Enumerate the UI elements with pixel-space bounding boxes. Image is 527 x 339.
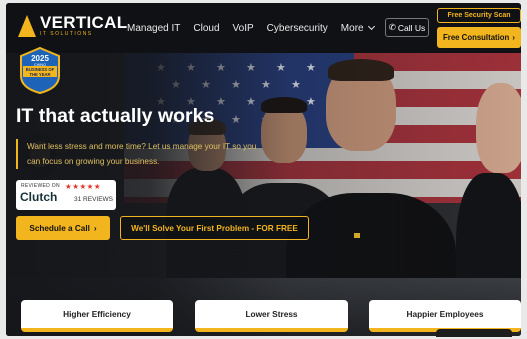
browser-viewport: ★ ★ ★ ★ ★ ★ ★ ★ ★ ★ ★ ★ ★ ★ ★ ★ ★ ★ ★ ★ … xyxy=(6,3,521,336)
call-us-button[interactable]: ✆ Call Us xyxy=(385,18,429,37)
brand-name: VERTICAL xyxy=(40,13,128,32)
arrow-right-icon: › xyxy=(512,33,515,42)
consultation-label: Free Consultation xyxy=(443,33,510,42)
solve-problem-label: We'll Solve Your First Problem - FOR FRE… xyxy=(131,223,298,233)
card-lower-stress: Lower Stress xyxy=(195,300,348,332)
schedule-call-label: Schedule a Call xyxy=(29,223,90,233)
site-header: VERTICAL IT SOLUTIONS Managed IT Cloud V… xyxy=(6,3,521,53)
card-label: Lower Stress xyxy=(245,309,298,319)
card-happier-employees: Happier Employees xyxy=(369,300,521,332)
arrow-right-icon: › xyxy=(93,223,97,233)
chevron-down-icon xyxy=(367,22,375,31)
free-security-scan-button[interactable]: Free Security Scan xyxy=(437,8,521,23)
nav-more[interactable]: More xyxy=(340,22,375,34)
clutch-reviewed-on: REVIEWED ON xyxy=(21,183,60,189)
security-scan-label: Free Security Scan xyxy=(447,12,511,19)
brand-logo[interactable]: VERTICAL IT SOLUTIONS xyxy=(18,13,128,37)
card-higher-efficiency: Higher Efficiency xyxy=(21,300,173,332)
hero-headline: IT that actually works xyxy=(16,105,215,127)
nav-cloud[interactable]: Cloud xyxy=(193,23,219,34)
nav-more-label: More xyxy=(340,23,364,34)
phone-icon: ✆ xyxy=(388,22,396,32)
main-nav: Managed IT Cloud VoIP Cybersecurity More xyxy=(127,22,375,34)
nav-cybersecurity[interactable]: Cybersecurity xyxy=(267,23,328,34)
nav-managed-it[interactable]: Managed IT xyxy=(127,23,180,34)
badge-line3: THE YEAR xyxy=(29,72,50,77)
call-us-label: Call Us xyxy=(397,22,426,33)
nav-voip[interactable]: VoIP xyxy=(233,23,254,34)
star-rating-icon: ★★★★★ xyxy=(65,182,102,191)
business-of-the-year-badge: 2025 CHINO BUSINESS OF THE YEAR xyxy=(20,46,60,94)
clutch-reviews-widget[interactable]: REVIEWED ON Clutch ★★★★★ 31 REVIEWS xyxy=(16,180,116,210)
schedule-call-button[interactable]: Schedule a Call › xyxy=(16,216,110,240)
hero-subtext: Want less stress and more time? Let us m… xyxy=(16,139,271,169)
card-label: Higher Efficiency xyxy=(63,309,131,319)
floating-widget-tab[interactable] xyxy=(436,329,512,337)
vertical-logo-icon xyxy=(18,15,36,37)
badge-year: 2025 xyxy=(31,54,49,63)
clutch-review-count: 31 REVIEWS xyxy=(74,196,114,203)
clutch-logo: Clutch xyxy=(20,190,58,204)
solve-first-problem-button[interactable]: We'll Solve Your First Problem - FOR FRE… xyxy=(120,216,309,240)
free-consultation-button[interactable]: Free Consultation › xyxy=(437,27,521,48)
card-label: Happier Employees xyxy=(406,309,484,319)
